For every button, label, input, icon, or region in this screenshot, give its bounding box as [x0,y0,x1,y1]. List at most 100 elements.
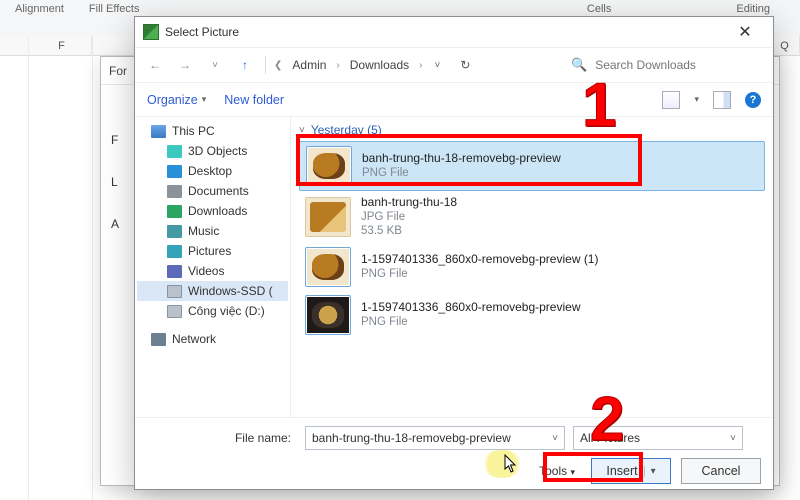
nav-forward-button[interactable]: → [173,53,197,77]
app-icon [143,24,159,40]
tree-videos[interactable]: Videos [137,261,288,281]
breadcrumb-seg[interactable]: Admin [288,56,330,74]
chevron-down-icon: ▾ [644,466,656,477]
chevron-down-icon: ▾ [570,467,575,477]
group-header-label: Yesterday (5) [311,123,382,137]
tree-label: Music [188,224,219,238]
tree-label: Pictures [188,244,231,258]
file-name: 1-1597401336_860x0-removebg-preview (1) [361,252,598,267]
tree-3d-objects[interactable]: 3D Objects [137,141,288,161]
tree-label: Videos [188,264,224,278]
file-thumbnail [305,247,351,287]
address-dropdown[interactable]: ˅ [434,60,440,71]
file-item[interactable]: 1-1597401336_860x0-removebg-preview PNG … [299,291,765,339]
chevron-down-icon: ˅ [724,433,736,444]
file-thumbnail [305,197,351,237]
chevron-down-icon: ▾ [202,94,207,105]
tree-desktop[interactable]: Desktop [137,161,288,181]
chevron-down-icon: ˅ [546,433,558,444]
file-name: 1-1597401336_860x0-removebg-preview [361,300,580,315]
help-icon[interactable]: ? [745,92,761,108]
file-list[interactable]: ˅ Yesterday (5) banh-trung-thu-18-remove… [291,117,773,417]
select-picture-dialog: Select Picture ✕ ← → ˅ ↑ ❮ Admin › Downl… [134,16,774,490]
search-input[interactable] [593,57,753,73]
tree-pictures[interactable]: Pictures [137,241,288,261]
tree-label: Downloads [188,204,247,218]
downloads-icon [167,205,182,218]
tree-documents[interactable]: Documents [137,181,288,201]
tree-label: Documents [188,184,249,198]
dialog-titlebar[interactable]: Select Picture ✕ [135,17,773,47]
col-header[interactable]: Q [770,36,800,56]
desktop-icon [167,165,182,178]
tree-music[interactable]: Music [137,221,288,241]
music-icon [167,225,182,238]
drive-icon [167,285,182,298]
ribbon-group-cells: Cells [587,3,611,15]
ribbon-group-alignment: Alignment [15,3,64,15]
breadcrumb[interactable]: ❮ Admin › Downloads › [274,56,422,74]
preview-pane-button[interactable] [713,91,731,109]
file-item[interactable]: banh-trung-thu-18 JPG File 53.5 KB [299,191,765,243]
col-header[interactable]: F [32,36,92,56]
cancel-label: Cancel [702,464,741,478]
navigation-tree[interactable]: This PC 3D Objects Desktop Documents Dow… [135,117,291,417]
nav-back-button[interactable]: ← [143,53,167,77]
pictures-icon [167,245,182,258]
filename-label: File name: [147,431,297,445]
insert-button[interactable]: Insert ▾ [591,458,671,484]
chevron-down-icon[interactable]: ▾ [694,94,699,105]
tree-label: Windows-SSD ( [188,284,273,298]
tree-this-pc[interactable]: This PC [137,121,288,141]
chevron-down-icon: ˅ [299,125,305,136]
organize-label: Organize [147,93,198,107]
documents-icon [167,185,182,198]
cancel-button[interactable]: Cancel [681,458,761,484]
file-thumbnail [305,295,351,335]
nav-up-button[interactable]: ↑ [233,53,257,77]
tree-label: Network [172,332,216,346]
chevron-right-icon: › [419,60,422,71]
refresh-button[interactable]: ↻ [460,58,470,72]
file-type: PNG File [361,267,598,281]
file-thumbnail [306,146,352,186]
ribbon-fill-effects: Fill Effects [89,3,140,15]
file-name: banh-trung-thu-18-removebg-preview [362,151,561,166]
chevron-right-icon: ❮ [274,60,282,71]
file-type: JPG File [361,210,457,224]
tree-label: This PC [172,124,215,138]
group-header[interactable]: ˅ Yesterday (5) [299,123,765,137]
close-button[interactable]: ✕ [725,18,765,46]
tree-label: 3D Objects [188,144,247,158]
file-size: 53.5 KB [361,224,457,238]
tree-drive-d[interactable]: Công việc (D:) [137,301,288,321]
3d-objects-icon [167,145,182,158]
file-name: banh-trung-thu-18 [361,195,457,210]
tree-label: Công việc (D:) [188,304,265,318]
file-type: PNG File [361,315,580,329]
annotation-highlight [480,450,524,478]
tree-downloads[interactable]: Downloads [137,201,288,221]
tree-drive-c[interactable]: Windows-SSD ( [137,281,288,301]
tree-network[interactable]: Network [137,329,288,349]
insert-label: Insert [606,464,637,478]
file-item-selected[interactable]: banh-trung-thu-18-removebg-preview PNG F… [299,141,765,191]
breadcrumb-seg[interactable]: Downloads [346,56,413,74]
annotation-marker-1: 1 [582,70,616,141]
file-item[interactable]: 1-1597401336_860x0-removebg-preview (1) … [299,243,765,291]
dialog-title: Select Picture [165,25,239,39]
dialog-toolbar: Organize ▾ New folder ▾ ? [135,83,773,117]
file-type: PNG File [362,166,561,180]
filename-combo[interactable]: banh-trung-thu-18-removebg-preview ˅ [305,426,565,450]
network-icon [151,333,166,346]
computer-icon [151,125,166,138]
chevron-right-icon: › [336,60,339,71]
annotation-marker-2: 2 [590,384,624,455]
organize-menu[interactable]: Organize ▾ [147,93,206,107]
tools-label: Tools [539,464,567,478]
new-folder-button[interactable]: New folder [224,93,284,107]
ribbon-group-editing: Editing [736,3,770,15]
nav-recent-chevron[interactable]: ˅ [203,53,227,77]
view-options-button[interactable] [662,91,680,109]
tools-menu[interactable]: Tools ▾ [539,464,575,478]
